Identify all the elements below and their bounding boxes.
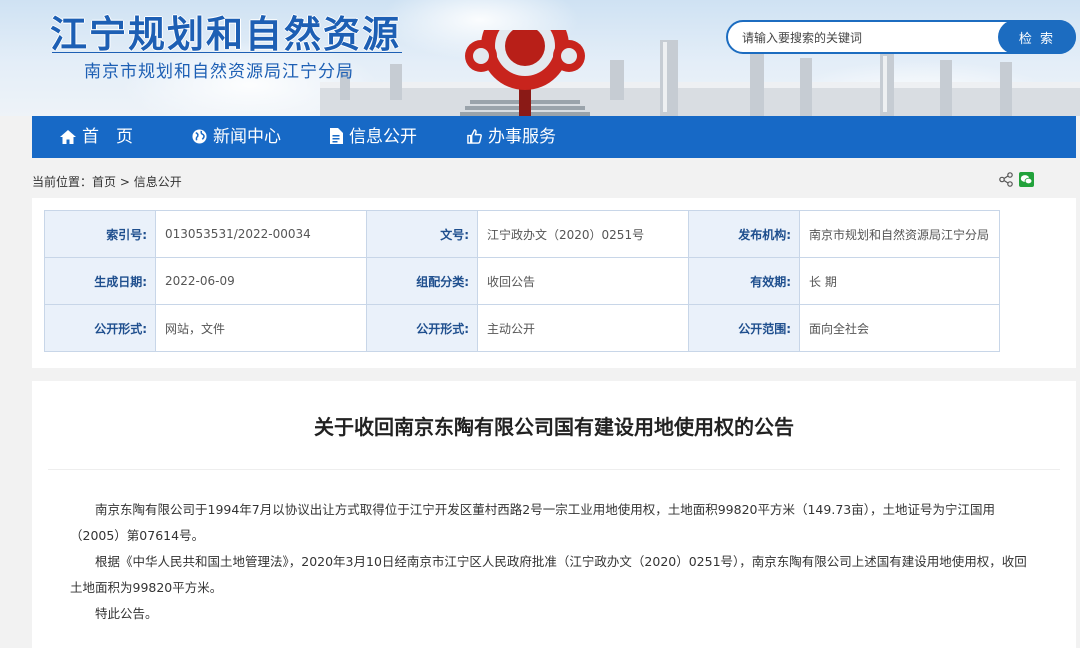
article-paragraph: 南京东陶有限公司于1994年7月以协议出让方式取得位于江宁开发区董村西路2号一宗… <box>70 502 995 543</box>
breadcrumb-home-link[interactable]: 首页 <box>92 175 116 189</box>
search-input[interactable] <box>740 22 994 54</box>
disclosure-scope-value: 面向全社会 <box>799 304 1000 352</box>
validity-label: 有效期: <box>688 257 800 305</box>
disclosure-scope-label: 公开范围: <box>688 304 800 352</box>
article-title: 关于收回南京东陶有限公司国有建设用地使用权的公告 <box>314 415 794 439</box>
created-date-label: 生成日期: <box>44 257 156 305</box>
disclosure-form-label: 公开形式: <box>44 304 156 352</box>
search-button[interactable]: 检 索 <box>998 20 1076 54</box>
breadcrumb-prefix: 当前位置： <box>32 175 93 189</box>
metadata-panel: 索引号: 013053531/2022-00034 文号: 江宁政办文（2020… <box>32 198 1076 368</box>
nav-label-news: 新闻中心 <box>213 127 281 147</box>
metadata-row: 生成日期: 2022-06-09 组配分类: 收回公告 有效期: 长 期 <box>44 257 1000 305</box>
publisher-label: 发布机构: <box>688 210 800 258</box>
header-banner: 江宁规划和自然资源 南京市规划和自然资源局江宁分局 检 索 <box>0 0 1080 116</box>
nav-label-services: 办事服务 <box>488 127 556 147</box>
site-subtitle: 南京市规划和自然资源局江宁分局 <box>84 62 354 82</box>
nav-item-services[interactable]: 办事服务 <box>467 116 556 158</box>
search-box: 检 索 <box>726 20 1076 54</box>
nav-item-info-disclosure[interactable]: 信息公开 <box>329 116 417 158</box>
main-nav: 首 页 新闻中心 信息公开 办事服务 <box>32 116 1076 158</box>
share-icon[interactable] <box>999 172 1013 187</box>
index-number-value: 013053531/2022-00034 <box>155 210 367 258</box>
wechat-icon[interactable] <box>1019 172 1034 187</box>
metadata-table: 索引号: 013053531/2022-00034 文号: 江宁政办文（2020… <box>44 210 1000 352</box>
index-number-label: 索引号: <box>44 210 156 258</box>
validity-value: 长 期 <box>799 257 1000 305</box>
breadcrumb-separator: > <box>116 175 134 189</box>
nav-label-info-disclosure: 信息公开 <box>349 127 417 147</box>
site-title-underline <box>52 52 402 53</box>
nav-label-home: 首 页 <box>82 127 133 147</box>
site-title: 江宁规划和自然资源 <box>50 13 401 56</box>
metadata-row: 公开形式: 网站，文件 公开形式: 主动公开 公开范围: 面向全社会 <box>44 304 1000 352</box>
article-body: 南京东陶有限公司于1994年7月以协议出让方式取得位于江宁开发区董村西路2号一宗… <box>70 497 1038 627</box>
home-icon <box>60 130 76 144</box>
document-icon <box>330 128 343 144</box>
disclosure-form-value: 网站，文件 <box>155 304 367 352</box>
article-paragraph: 根据《中华人民共和国土地管理法》，2020年3月10日经南京市江宁区人民政府批准… <box>70 554 1027 595</box>
category-label: 组配分类: <box>366 257 478 305</box>
nav-item-news[interactable]: 新闻中心 <box>192 116 281 158</box>
article-divider <box>48 469 1060 470</box>
document-number-value: 江宁政办文（2020）0251号 <box>477 210 689 258</box>
disclosure-method-label: 公开形式: <box>366 304 478 352</box>
thumbs-up-icon <box>467 129 482 144</box>
category-value: 收回公告 <box>477 257 689 305</box>
globe-icon <box>192 129 207 144</box>
created-date-value: 2022-06-09 <box>155 257 367 305</box>
article: 关于收回南京东陶有限公司国有建设用地使用权的公告 南京东陶有限公司于1994年7… <box>32 381 1076 648</box>
article-paragraph: 特此公告。 <box>95 606 158 621</box>
disclosure-method-value: 主动公开 <box>477 304 689 352</box>
document-number-label: 文号: <box>366 210 478 258</box>
breadcrumb-current-link[interactable]: 信息公开 <box>134 175 182 189</box>
metadata-row: 索引号: 013053531/2022-00034 文号: 江宁政办文（2020… <box>44 210 1000 258</box>
nav-item-home[interactable]: 首 页 <box>60 116 133 158</box>
breadcrumb: 当前位置：首页 > 信息公开 <box>32 173 182 190</box>
publisher-value: 南京市规划和自然资源局江宁分局 <box>799 210 1000 258</box>
